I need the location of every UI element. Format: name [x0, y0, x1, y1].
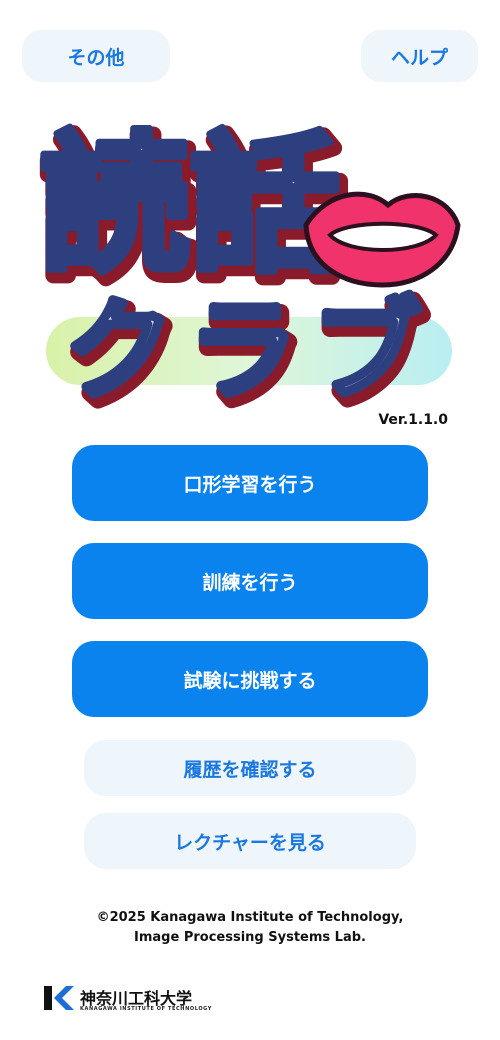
svg-text:読話: 読話 — [40, 119, 340, 293]
other-button[interactable]: その他 — [22, 30, 170, 82]
mouth-shape-study-button[interactable]: 口形学習を行う — [72, 445, 428, 521]
copyright-line-2: Image Processing Systems Lab. — [134, 930, 366, 945]
logo-title-top: 読話 読話 — [38, 116, 352, 308]
copyright-text: ©2025 Kanagawa Institute of Technology, … — [0, 908, 500, 948]
history-button[interactable]: 履歴を確認する — [84, 740, 416, 796]
exam-button[interactable]: 試験に挑戦する — [72, 641, 428, 717]
logo-title-bottom: クラブ クラブ — [61, 284, 436, 425]
app-logo: 読話 読話 クラブ クラブ — [38, 116, 461, 425]
version-label: Ver.1.1.0 — [378, 412, 448, 428]
help-button[interactable]: ヘルプ — [361, 30, 478, 82]
svg-text:クラブ: クラブ — [64, 287, 436, 415]
lecture-button[interactable]: レクチャーを見る — [84, 813, 416, 869]
lips-icon — [303, 191, 461, 288]
university-name-en: KANAGAWA INSTITUTE OF TECHNOLOGY — [80, 1006, 212, 1012]
training-button[interactable]: 訓練を行う — [72, 543, 428, 619]
copyright-line-1: ©2025 Kanagawa Institute of Technology, — [96, 910, 404, 925]
